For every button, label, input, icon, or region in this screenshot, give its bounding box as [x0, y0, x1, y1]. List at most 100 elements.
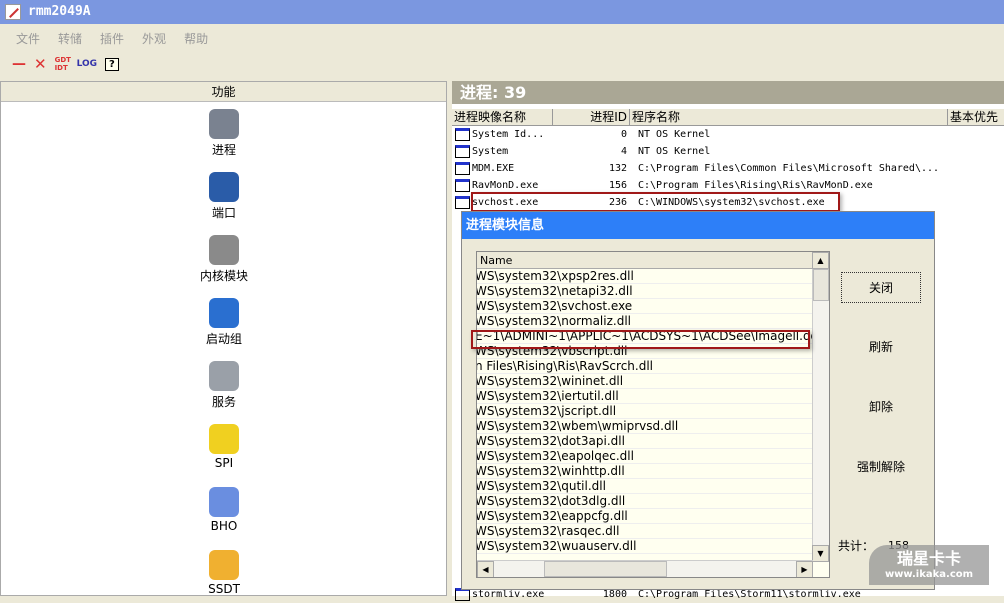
title-bar: rmm2049A: [0, 0, 1004, 24]
minimize-button[interactable]: —: [12, 56, 26, 72]
col-pid[interactable]: 进程ID: [553, 109, 630, 125]
module-list: Name WS\system32\xpsp2res.dll WS\system32…: [476, 251, 830, 578]
globe-icon: [209, 298, 239, 328]
scroll-left-button[interactable]: ◀: [477, 561, 494, 577]
list-item[interactable]: WS\system32\winhttp.dll: [477, 464, 829, 479]
menu-appearance[interactable]: 外观: [142, 28, 166, 50]
sidebar-item-3[interactable]: 启动组: [181, 298, 267, 347]
process-id: 0: [620, 129, 627, 140]
gear-icon: [209, 109, 239, 139]
col-priority[interactable]: 基本优先: [948, 109, 1004, 125]
process-name: System Id...: [472, 129, 545, 140]
table-row[interactable]: MDM.EXE 132 C:\Program Files\Common Files\…: [452, 160, 1004, 177]
list-item[interactable]: WS\system32\dot3dlg.dll: [477, 494, 829, 509]
sidebar-item-label: SSDT: [208, 582, 240, 596]
list-item[interactable]: WS\system32\qutil.dll: [477, 479, 829, 494]
sidebar-item-label: 启动组: [205, 332, 242, 346]
highlight-imagell: [471, 330, 810, 349]
sidebar-item-label: 进程: [211, 143, 236, 157]
list-item[interactable]: n Files\Rising\Ris\RavScrch.dll: [477, 359, 829, 374]
process-icon: [455, 145, 470, 158]
module-info-dialog: 进程模块信息 Name WS\system32\xpsp2res.dll WS\s…: [461, 211, 935, 590]
computer-icon: [209, 361, 239, 391]
sidebar-item-5[interactable]: SPI: [181, 424, 267, 470]
port-icon: [209, 172, 239, 202]
table-row[interactable]: System 4 NT OS Kernel: [452, 143, 1004, 160]
refresh-button[interactable]: 刷新: [841, 332, 921, 363]
watermark-brand: 瑞星卡卡: [896, 549, 961, 568]
process-path: NT OS Kernel: [638, 146, 711, 157]
sidebar-item-6[interactable]: BHO: [181, 487, 267, 533]
list-item[interactable]: WS\system32\rasqec.dll: [477, 524, 829, 539]
bell-icon: [209, 550, 239, 580]
process-id: 132: [608, 163, 627, 174]
list-item[interactable]: WS\system32\svchost.exe: [477, 299, 829, 314]
menu-help[interactable]: 帮助: [184, 28, 208, 50]
list-item[interactable]: WS\system32\eapolqec.dll: [477, 449, 829, 464]
force-unload-button[interactable]: 强制解除: [841, 452, 921, 483]
sidebar-item-label: SPI: [214, 456, 234, 470]
watermark: 瑞星卡卡 www.ikaka.com: [869, 545, 989, 585]
list-item[interactable]: WS\system32\wbem\wmiprvsd.dll: [477, 419, 829, 434]
list-item[interactable]: WS\system32\iertutil.dll: [477, 389, 829, 404]
table-row[interactable]: System Id... 0 NT OS Kernel: [452, 126, 1004, 143]
col-program-name[interactable]: 程序名称: [630, 109, 948, 125]
menu-plugins[interactable]: 插件: [100, 28, 124, 50]
app-icon: [5, 4, 21, 20]
scroll-up-button[interactable]: ▲: [812, 252, 829, 269]
list-item[interactable]: WS\system32\wuauserv.dll: [477, 539, 829, 554]
list-item[interactable]: WS\system32\dot3api.dll: [477, 434, 829, 449]
gdt-idt-button[interactable]: GDT IDT: [55, 56, 71, 72]
list-item[interactable]: WS\system32\normaliz.dll: [477, 314, 829, 329]
sidebar-item-1[interactable]: 端口: [181, 172, 267, 221]
list-item[interactable]: WS\system32\netapi32.dll: [477, 284, 829, 299]
function-panel: 功能 进程端口内核模块启动组服务 SPI BHO SSDT: [0, 81, 447, 596]
unload-button[interactable]: 卸除: [841, 392, 921, 423]
sidebar-item-7[interactable]: SSDT: [181, 550, 267, 596]
list-item[interactable]: WS\system32\jscript.dll: [477, 404, 829, 419]
sidebar-item-0[interactable]: 进程: [181, 109, 267, 158]
h-scroll-thumb[interactable]: [544, 561, 667, 577]
horizontal-scrollbar[interactable]: ◀ ▶: [477, 560, 813, 577]
sidebar-item-label: BHO: [210, 519, 238, 533]
dialog-title: 进程模块信息: [462, 212, 934, 239]
process-name: MDM.EXE: [472, 163, 515, 174]
function-header: 功能: [1, 82, 446, 102]
close-x-button[interactable]: ✕: [34, 55, 47, 73]
process-id: 4: [620, 146, 627, 157]
list-item[interactable]: WS\system32\eappcfg.dll: [477, 509, 829, 524]
log-button[interactable]: LOG: [77, 59, 97, 69]
vertical-scrollbar[interactable]: ▲ ▼: [812, 252, 829, 562]
menu-bar: 文件 转储 插件 外观 帮助: [0, 28, 226, 50]
sidebar-item-4[interactable]: 服务: [181, 361, 267, 410]
process-icon: [455, 179, 470, 192]
scroll-down-button[interactable]: ▼: [812, 545, 829, 562]
scroll-thumb[interactable]: [813, 269, 829, 301]
folder-icon: [209, 487, 239, 517]
list-item[interactable]: WS\system32\xpsp2res.dll: [477, 269, 829, 284]
list-item[interactable]: WS\system32\wininet.dll: [477, 374, 829, 389]
sidebar-item-label: 内核模块: [199, 269, 248, 283]
sidebar-item-2[interactable]: 内核模块: [181, 235, 267, 284]
close-button[interactable]: 关闭: [841, 272, 921, 303]
warning-icon: [209, 424, 239, 454]
toolbar: — ✕ GDT IDT LOG ?: [2, 52, 124, 76]
process-count-header: 进程: 39: [452, 81, 1004, 104]
menu-dump[interactable]: 转储: [58, 28, 82, 50]
list-header-name[interactable]: Name: [477, 252, 829, 269]
process-path: NT OS Kernel: [638, 129, 711, 140]
help-button[interactable]: ?: [105, 57, 119, 71]
highlight-svchost: [471, 192, 840, 212]
process-icon: [455, 196, 470, 209]
process-name: System: [472, 146, 509, 157]
drive-icon: [209, 235, 239, 265]
process-path: C:\Program Files\Common Files\Microsoft …: [638, 163, 940, 174]
process-icon: [455, 162, 470, 175]
window-title: rmm2049A: [28, 4, 91, 19]
watermark-url: www.ikaka.com: [884, 569, 974, 580]
scroll-right-button[interactable]: ▶: [796, 561, 813, 577]
sidebar-item-label: 端口: [211, 206, 236, 220]
col-image-name[interactable]: 进程映像名称: [452, 109, 553, 125]
sidebar-item-label: 服务: [211, 395, 236, 409]
menu-file[interactable]: 文件: [16, 28, 40, 50]
